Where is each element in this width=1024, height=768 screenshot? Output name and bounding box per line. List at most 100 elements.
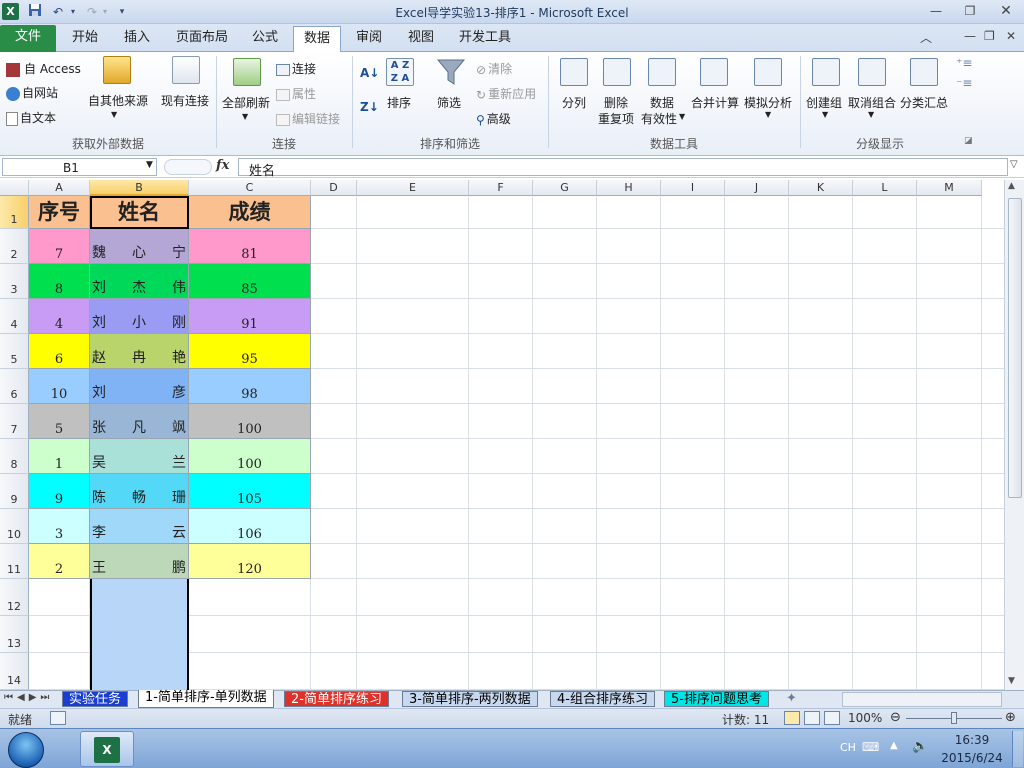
zoom-level[interactable]: 100% (848, 711, 882, 725)
group-button[interactable]: 创建组 (806, 94, 842, 111)
advanced-filter-button[interactable]: ⚲ 高级 (476, 110, 511, 127)
cell-id[interactable]: 4 (29, 299, 90, 334)
reapply-button[interactable]: ↻ 重新应用 (476, 85, 536, 102)
scroll-down-icon[interactable]: ▼ (1008, 676, 1015, 686)
sheet-tab-4[interactable]: 3-简单排序-两列数据 (402, 691, 538, 707)
cell-score[interactable]: 95 (189, 334, 311, 369)
doc-restore-icon[interactable]: ❐ (984, 29, 995, 43)
show-desktop-button[interactable] (1012, 731, 1023, 767)
windows-start-icon[interactable] (8, 732, 44, 768)
doc-close-icon[interactable]: ✕ (1006, 29, 1016, 43)
zoom-in-icon[interactable]: ⊕ (1005, 710, 1016, 725)
tab-formulas[interactable]: 公式 (242, 26, 288, 52)
formula-bar-resizer[interactable] (164, 159, 212, 175)
row-header-1[interactable]: 1 (0, 196, 29, 229)
text-to-columns-button[interactable]: 分列 (562, 94, 586, 111)
header-cell-a[interactable]: 序号 (29, 196, 90, 229)
row-header-6[interactable]: 6 (0, 369, 29, 404)
consolidate-button[interactable]: 合并计算 (691, 94, 739, 111)
column-header-f[interactable]: F (469, 180, 533, 196)
vertical-scrollbar[interactable]: ▲ ▼ (1004, 180, 1024, 690)
tab-developer[interactable]: 开发工具 (452, 26, 518, 52)
scroll-up-icon[interactable]: ▲ (1008, 181, 1015, 191)
excel-taskbar-button[interactable]: X (80, 731, 134, 767)
horizontal-scrollbar[interactable] (842, 692, 1002, 707)
data-validation-button[interactable]: 数据 (650, 94, 674, 111)
tab-page-layout[interactable]: 页面布局 (168, 26, 236, 52)
edit-links-button[interactable]: 编辑链接 (276, 110, 340, 127)
zoom-slider-thumb[interactable] (951, 712, 957, 724)
show-detail-icon[interactable]: ⁺≡ (956, 56, 972, 70)
hide-detail-icon[interactable]: ⁻≡ (956, 76, 972, 90)
from-access-button[interactable]: 自 Access (6, 60, 81, 77)
row-header-7[interactable]: 7 (0, 404, 29, 439)
cell-id[interactable]: 2 (29, 544, 90, 579)
clear-filter-button[interactable]: ⊘ 清除 (476, 60, 512, 77)
restore-icon[interactable]: ❐ (956, 2, 984, 20)
cell-name[interactable]: 魏心宁 (90, 229, 189, 264)
cell-name[interactable]: 王鹏 (90, 544, 189, 579)
whatif-button[interactable]: 模拟分析 (744, 94, 792, 111)
cell-score[interactable]: 106 (189, 509, 311, 544)
column-header-j[interactable]: J (725, 180, 789, 196)
minimize-icon[interactable]: — (922, 2, 950, 20)
data-validation-dropdown-icon[interactable]: ▼ (679, 112, 685, 121)
whatif-dropdown-icon[interactable]: ▼ (765, 110, 771, 119)
worksheet-grid[interactable]: A B C D E F G H I J K L M 1 2 3 4 5 6 7 8 9 10 11 12 13 14 序号 姓名 成绩 7 魏… (0, 180, 1004, 690)
column-header-g[interactable]: G (533, 180, 597, 196)
cell-score[interactable]: 120 (189, 544, 311, 579)
column-header-a[interactable]: A (29, 180, 90, 196)
column-header-h[interactable]: H (597, 180, 661, 196)
refresh-all-button[interactable]: 全部刷新 (222, 94, 270, 111)
column-header-k[interactable]: K (789, 180, 853, 196)
sheet-tab-5[interactable]: 4-组合排序练习 (550, 691, 655, 707)
insert-function-icon[interactable]: fx (216, 158, 229, 173)
cell-id[interactable]: 9 (29, 474, 90, 509)
normal-view-icon[interactable] (784, 711, 800, 725)
cell-score[interactable]: 105 (189, 474, 311, 509)
row-header-13[interactable]: 13 (0, 616, 29, 653)
cell-name[interactable]: 刘小刚 (90, 299, 189, 334)
cell-score[interactable]: 98 (189, 369, 311, 404)
column-header-b[interactable]: B (90, 180, 189, 196)
sheet-tab-3[interactable]: 2-简单排序练习 (284, 691, 389, 707)
filter-button[interactable]: 筛选 (437, 94, 461, 111)
refresh-dropdown-icon[interactable]: ▼ (242, 112, 248, 121)
doc-minimize-icon[interactable]: — (964, 29, 976, 43)
tab-data[interactable]: 数据 (293, 26, 341, 53)
row-header-8[interactable]: 8 (0, 439, 29, 474)
cell-id[interactable]: 1 (29, 439, 90, 474)
column-header-l[interactable]: L (853, 180, 917, 196)
cell-name[interactable]: 李云 (90, 509, 189, 544)
tray-expand-icon[interactable]: ▲ (890, 740, 898, 751)
cell-id[interactable]: 8 (29, 264, 90, 299)
connections-button[interactable]: 连接 (276, 60, 316, 77)
clock-time[interactable]: 16:39 (944, 733, 1000, 747)
cell-score[interactable]: 91 (189, 299, 311, 334)
tab-file[interactable]: 文件 (0, 25, 56, 52)
clock-date[interactable]: 2015/6/24 (936, 751, 1008, 765)
cell-name[interactable]: 刘彦 (90, 369, 189, 404)
cell-id[interactable]: 10 (29, 369, 90, 404)
cell-name[interactable]: 刘杰伟 (90, 264, 189, 299)
header-cell-c[interactable]: 成绩 (189, 196, 311, 229)
close-icon[interactable]: ✕ (992, 2, 1020, 20)
sheet-tab-1[interactable]: 实验任务 (62, 691, 129, 707)
sort-button[interactable]: 排序 (387, 94, 411, 111)
row-header-14[interactable]: 14 (0, 653, 29, 690)
language-indicator[interactable]: CH (840, 741, 856, 754)
cell-id[interactable]: 5 (29, 404, 90, 439)
properties-button[interactable]: 属性 (276, 85, 316, 102)
ungroup-dropdown-icon[interactable]: ▼ (868, 110, 874, 119)
cell-name[interactable]: 吴兰 (90, 439, 189, 474)
column-header-m[interactable]: M (917, 180, 982, 196)
from-text-button[interactable]: 自文本 (6, 109, 56, 126)
row-header-5[interactable]: 5 (0, 334, 29, 369)
sheet-nav-icons[interactable]: ⏮◀▶⏭ (4, 692, 53, 703)
formula-input[interactable]: 姓名 (238, 158, 1008, 179)
cell-score[interactable]: 100 (189, 439, 311, 474)
row-header-2[interactable]: 2 (0, 229, 29, 264)
row-header-9[interactable]: 9 (0, 474, 29, 509)
row-header-3[interactable]: 3 (0, 264, 29, 299)
expand-formula-bar-icon[interactable]: ▽ (1010, 159, 1018, 170)
